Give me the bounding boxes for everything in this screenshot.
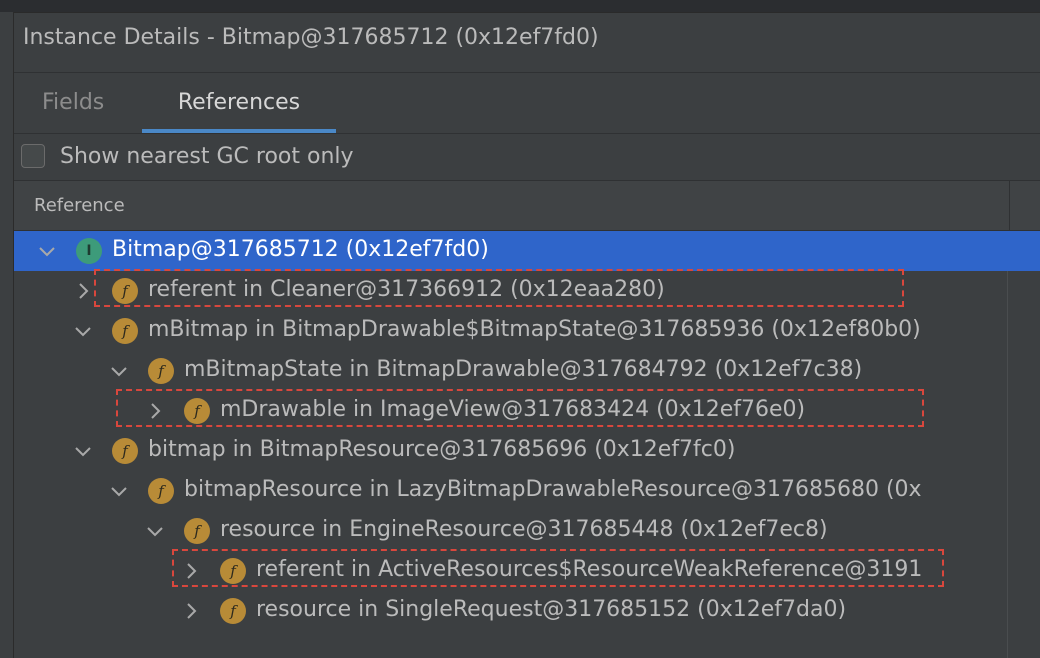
gc-root-checkbox[interactable]	[21, 144, 45, 168]
field-f-icon: f	[220, 598, 246, 624]
tree-row[interactable]: f referent in Cleaner@317366912 (0x12eaa2…	[14, 271, 1040, 311]
tree-row-label: resource in EngineResource@317685448 (0x…	[220, 517, 828, 542]
tree-row[interactable]: f referent in ActiveResources$ResourceWea…	[14, 551, 1040, 591]
tree-row-label: Bitmap@317685712 (0x12ef7fd0)	[112, 237, 489, 262]
field-f-icon: f	[184, 398, 210, 424]
field-f-icon: f	[112, 278, 138, 304]
left-edge-gutter	[0, 12, 14, 658]
chevron-down-icon[interactable]	[36, 240, 58, 262]
tree-row[interactable]: f resource in EngineResource@317685448 (0…	[14, 511, 1040, 551]
tree-row-label: bitmapResource in LazyBitmapDrawableReso…	[184, 477, 922, 502]
field-f-icon: f	[184, 518, 210, 544]
chevron-down-icon[interactable]	[72, 440, 94, 462]
tree-row-label: bitmap in BitmapResource@317685696 (0x12…	[148, 437, 736, 462]
tab-fields[interactable]: Fields	[42, 73, 104, 133]
chevron-right-icon[interactable]	[144, 400, 166, 422]
chevron-down-icon[interactable]	[108, 360, 130, 382]
tree-row[interactable]: I Bitmap@317685712 (0x12ef7fd0)	[14, 231, 1040, 271]
field-f-icon: f	[112, 438, 138, 464]
tree-row-label: mBitmap in BitmapDrawable$BitmapState@31…	[148, 317, 921, 342]
chevron-right-icon[interactable]	[180, 560, 202, 582]
field-f-icon: f	[148, 478, 174, 504]
tree-row[interactable]: f bitmap in BitmapResource@317685696 (0x1…	[14, 431, 1040, 471]
tree-row[interactable]: f bitmapResource in LazyBitmapDrawableRes…	[14, 471, 1040, 511]
tree-row-label: referent in Cleaner@317366912 (0x12eaa28…	[148, 277, 665, 302]
tree-row-label: resource in SingleRequest@317685152 (0x1…	[256, 597, 847, 622]
chevron-right-icon[interactable]	[180, 600, 202, 622]
panel-title: Instance Details - Bitmap@317685712 (0x1…	[23, 25, 599, 50]
column-header: Reference	[14, 180, 1040, 231]
tree-row[interactable]: f mBitmapState in BitmapDrawable@31768479…	[14, 351, 1040, 391]
chevron-down-icon[interactable]	[144, 520, 166, 542]
tree-row[interactable]: f resource in SingleRequest@317685152 (0x…	[14, 591, 1040, 631]
field-f-icon: f	[220, 558, 246, 584]
tree-row[interactable]: f mDrawable in ImageView@317683424 (0x12e…	[14, 391, 1040, 431]
tab-references[interactable]: References	[142, 73, 336, 133]
chevron-right-icon[interactable]	[72, 280, 94, 302]
instance-details-panel: Instance Details - Bitmap@317685712 (0x1…	[14, 13, 1040, 658]
gc-root-option: Show nearest GC root only	[14, 134, 1040, 180]
tab-bar: Fields References	[14, 73, 1040, 133]
field-f-icon: f	[112, 318, 138, 344]
tree-row-label: referent in ActiveResources$ResourceWeak…	[256, 557, 923, 582]
chevron-down-icon[interactable]	[72, 320, 94, 342]
tree-row-label: mDrawable in ImageView@317683424 (0x12ef…	[220, 397, 806, 422]
column-resize-handle[interactable]	[1009, 181, 1010, 230]
field-f-icon: f	[148, 358, 174, 384]
instance-i-icon: I	[76, 238, 102, 264]
column-header-reference[interactable]: Reference	[34, 195, 125, 216]
tree-row-label: mBitmapState in BitmapDrawable@317684792…	[184, 357, 863, 382]
chevron-down-icon[interactable]	[108, 480, 130, 502]
tree-row[interactable]: f mBitmap in BitmapDrawable$BitmapState@3…	[14, 311, 1040, 351]
reference-tree: I Bitmap@317685712 (0x12ef7fd0) f referent …	[14, 231, 1040, 658]
gc-root-checkbox-label[interactable]: Show nearest GC root only	[60, 144, 354, 169]
top-strip	[0, 0, 1040, 13]
